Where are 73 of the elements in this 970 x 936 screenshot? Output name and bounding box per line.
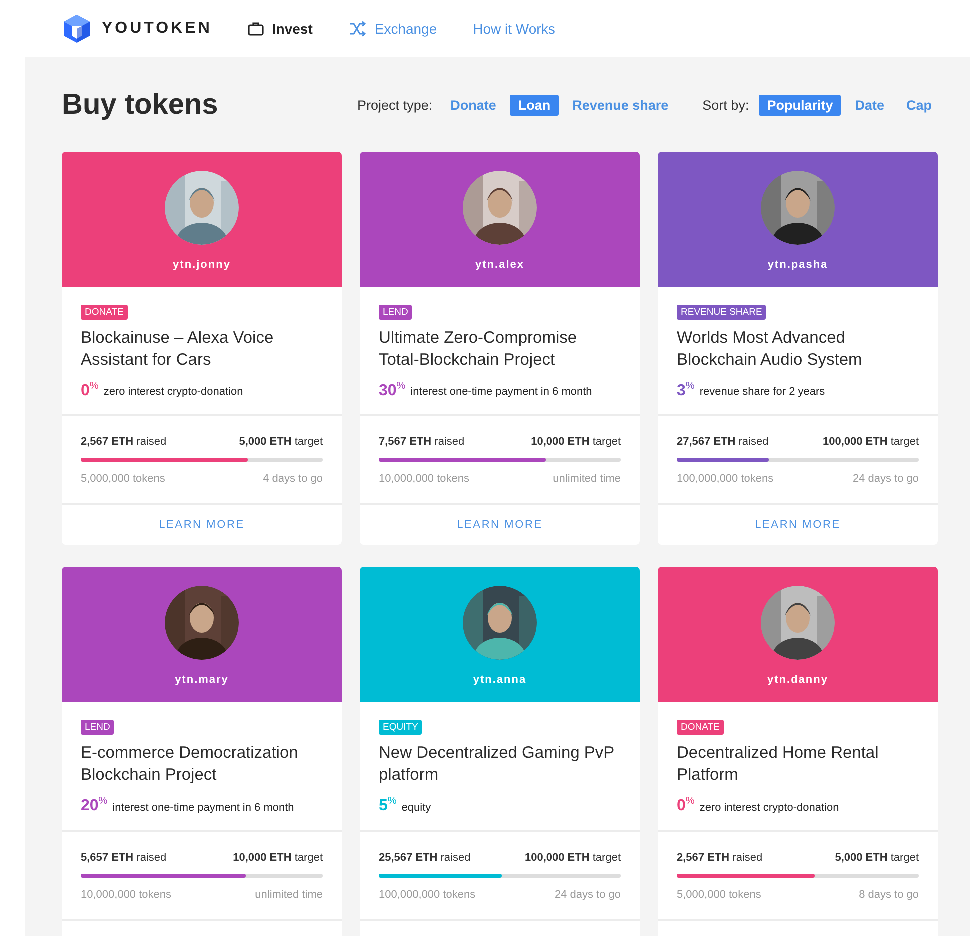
- learn-more-link[interactable]: LEARN MORE: [755, 519, 841, 532]
- username: ytn.jonny: [173, 259, 231, 271]
- time-left: 4 days to go: [263, 473, 323, 486]
- filter-label: Sort by:: [702, 98, 750, 112]
- rate-description: equity: [402, 802, 432, 814]
- raised-amount: 2,567 ETH raised: [81, 436, 167, 448]
- username: ytn.pasha: [768, 259, 828, 271]
- logo-text: YOUTOKEN: [102, 20, 212, 38]
- project-title: New Decentralized Gaming PvP platform: [379, 743, 616, 786]
- username: ytn.alex: [476, 259, 524, 271]
- shuffle-icon: [348, 20, 367, 36]
- filter-option[interactable]: Revenue share: [564, 94, 677, 116]
- category-badge: EQUITY: [379, 720, 422, 736]
- filter-option[interactable]: Donate: [442, 94, 504, 116]
- project-title: E-commerce Democratization Blockchain Project: [81, 743, 300, 786]
- time-left: 24 days to go: [554, 888, 621, 901]
- time-left: unlimited time: [553, 473, 621, 486]
- rate-value: 30$^{%}$: [379, 381, 406, 400]
- raised-amount: 2,567 ETH raised: [677, 852, 763, 864]
- project-title: Worlds Most Advanced Blockchain Audio System: [677, 328, 864, 371]
- token-count: 5,000,000 tokens: [677, 888, 762, 901]
- logo-icon: [62, 14, 92, 44]
- token-count: 100,000,000 tokens: [677, 473, 774, 486]
- filter-option[interactable]: Loan: [510, 94, 559, 116]
- category-badge: REVENUE SHARE: [677, 305, 766, 320]
- rate-value: 20$^{%}$: [81, 796, 108, 816]
- project-title: Decentralized Home Rental Platform: [677, 743, 880, 786]
- briefcase-icon: [248, 22, 264, 36]
- raised-amount: 7,567 ETH raised: [379, 436, 465, 448]
- time-left: 8 days to go: [859, 888, 919, 901]
- raised-amount: 25,567 ETH raised: [379, 852, 471, 864]
- nav-link[interactable]: Invest: [248, 20, 313, 36]
- rate-value: 5$^{%}$: [379, 796, 397, 816]
- target-amount: 100,000 ETH target: [822, 436, 919, 448]
- rate-description: interest one-time payment in 6 month: [410, 386, 592, 398]
- rate-value: 0$^{%}$: [81, 381, 99, 400]
- project-title: Ultimate Zero-Compromise Total-Blockchain Project: [379, 328, 578, 371]
- category-badge: DONATE: [677, 720, 724, 736]
- project-title: Blockainuse – Alexa Voice Assistant for Cars: [81, 328, 275, 371]
- filter-option[interactable]: Cap: [898, 94, 940, 116]
- target-amount: 10,000 ETH target: [531, 436, 621, 448]
- filter-option[interactable]: Date: [847, 94, 892, 116]
- rate-description: zero interest crypto-donation: [700, 802, 840, 814]
- page-title: Buy tokens: [62, 88, 218, 122]
- rate-value: 3$^{%}$: [677, 381, 695, 400]
- time-left: unlimited time: [255, 888, 323, 901]
- token-count: 100,000,000 tokens: [379, 888, 476, 901]
- username: ytn.anna: [473, 674, 527, 686]
- raised-amount: 27,567 ETH raised: [677, 436, 769, 448]
- rate-description: interest one-time payment in 6 month: [112, 802, 294, 814]
- rate-value: 0$^{%}$: [677, 796, 695, 816]
- category-badge: LEND: [81, 720, 114, 736]
- target-amount: 100,000 ETH target: [524, 852, 621, 864]
- category-badge: LEND: [379, 305, 412, 320]
- target-amount: 5,000 ETH target: [835, 852, 919, 864]
- learn-more-link[interactable]: LEARN MORE: [159, 519, 245, 532]
- time-left: 24 days to go: [852, 473, 919, 486]
- raised-amount: 5,657 ETH raised: [81, 852, 167, 864]
- rate-description: zero interest crypto-donation: [104, 386, 244, 398]
- nav-link[interactable]: Exchange: [348, 20, 438, 36]
- username: ytn.mary: [175, 674, 229, 686]
- rate-description: revenue share for 2 years: [700, 386, 826, 398]
- token-count: 10,000,000 tokens: [379, 473, 470, 486]
- category-badge: DONATE: [81, 305, 128, 320]
- token-count: 10,000,000 tokens: [81, 888, 172, 901]
- username: ytn.danny: [768, 674, 828, 686]
- target-amount: 5,000 ETH target: [239, 436, 323, 448]
- token-count: 5,000,000 tokens: [81, 473, 166, 486]
- target-amount: 10,000 ETH target: [233, 852, 323, 864]
- nav-link[interactable]: How it Works: [473, 20, 556, 36]
- learn-more-link[interactable]: LEARN MORE: [457, 519, 543, 532]
- filter-option[interactable]: Popularity: [759, 94, 842, 116]
- filter-label: Project type:: [358, 98, 433, 112]
